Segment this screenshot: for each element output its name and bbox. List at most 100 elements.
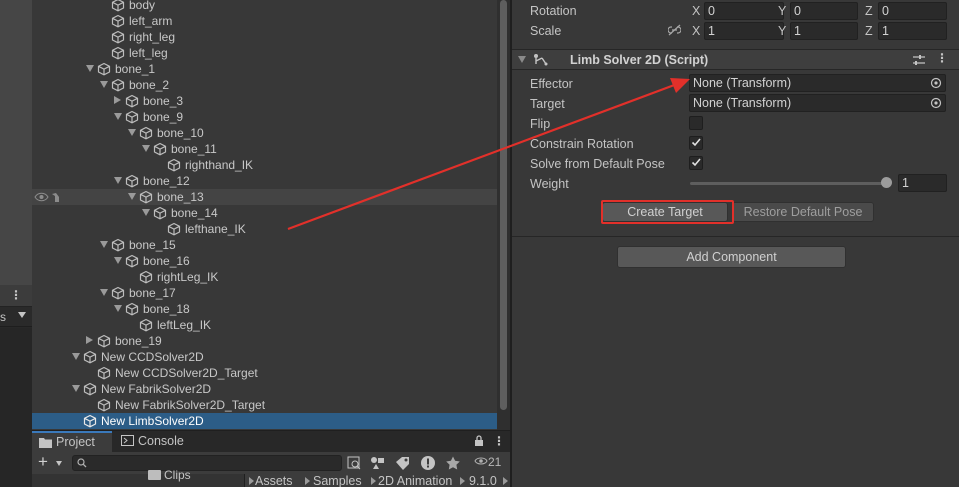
hierarchy-row[interactable]: bone_13 — [32, 189, 497, 205]
hierarchy-row[interactable]: bone_18 — [32, 301, 497, 317]
chevron-down-icon[interactable] — [128, 193, 136, 200]
scale-y-axis[interactable]: Y — [778, 24, 786, 38]
filter-by-label-icon[interactable] — [394, 455, 412, 471]
constrain-proportions-icon[interactable] — [668, 24, 681, 36]
scale-x-field[interactable]: 1 — [704, 22, 784, 40]
flip-checkbox[interactable] — [689, 116, 703, 130]
chevron-down-icon[interactable] — [86, 65, 94, 72]
hierarchy-row[interactable]: New FabrikSolver2D_Target — [32, 397, 497, 413]
tab-console[interactable]: Console — [114, 431, 194, 452]
hierarchy-row[interactable]: bone_17 — [32, 285, 497, 301]
weight-slider-thumb[interactable] — [881, 177, 892, 188]
hierarchy-row[interactable]: bone_11 — [32, 141, 497, 157]
hierarchy-row[interactable]: leftLeg_IK — [32, 317, 497, 333]
hierarchy-row[interactable]: bone_1 — [32, 61, 497, 77]
rotation-x-field[interactable]: 0 — [704, 2, 784, 20]
hierarchy-row[interactable]: New CCDSolver2D_Target — [32, 365, 497, 381]
hierarchy-row[interactable]: New LimbSolver2D — [32, 413, 497, 429]
hierarchy-row[interactable]: lefthane_IK — [32, 221, 497, 237]
scene-view-edge[interactable] — [0, 0, 32, 285]
hierarchy-row[interactable]: left_leg — [32, 45, 497, 61]
tab-project[interactable]: Project — [32, 431, 112, 452]
breadcrumb-assets[interactable]: Assets — [255, 474, 293, 487]
scale-x-axis[interactable]: X — [692, 24, 700, 38]
chevron-down-icon[interactable] — [72, 385, 80, 392]
chevron-right-icon[interactable] — [114, 96, 121, 104]
hierarchy-row[interactable]: bone_3 — [32, 93, 497, 109]
hierarchy-row[interactable]: bone_9 — [32, 109, 497, 125]
breadcrumb-samples[interactable]: Samples — [313, 474, 362, 487]
add-asset-button[interactable]: + — [38, 452, 48, 472]
hierarchy-row[interactable]: left_arm — [32, 13, 497, 29]
chevron-down-icon[interactable] — [114, 257, 122, 264]
add-component-button[interactable]: Add Component — [617, 246, 846, 268]
object-picker-icon[interactable] — [930, 97, 942, 109]
panel-more-icon[interactable]: ⋮ — [493, 434, 505, 448]
chevron-down-icon[interactable] — [128, 129, 136, 136]
weight-field[interactable]: 1 — [898, 174, 947, 192]
hierarchy-row[interactable]: bone_19 — [32, 333, 497, 349]
breadcrumb-version[interactable]: 9.1.0 — [469, 474, 497, 487]
hierarchy-row-label: bone_19 — [115, 334, 162, 348]
hierarchy-row[interactable]: bone_15 — [32, 237, 497, 253]
chevron-down-icon[interactable] — [142, 145, 150, 152]
folder-item-clips[interactable]: Clips — [164, 468, 191, 482]
log-warning-icon[interactable] — [419, 455, 437, 471]
chevron-down-icon[interactable] — [100, 241, 108, 248]
gameobject-cube-icon — [139, 318, 153, 332]
scrollbar-thumb[interactable] — [500, 0, 507, 410]
chevron-down-icon[interactable] — [114, 177, 122, 184]
search-input[interactable] — [72, 455, 342, 471]
hierarchy-row[interactable]: New FabrikSolver2D — [32, 381, 497, 397]
hierarchy-scrollbar[interactable] — [497, 0, 510, 430]
chevron-down-icon[interactable] — [114, 305, 122, 312]
visibility-eye-icon[interactable] — [34, 190, 62, 204]
hierarchy-row[interactable]: bone_12 — [32, 173, 497, 189]
gameobject-cube-icon — [139, 270, 153, 284]
chevron-down-icon[interactable] — [72, 353, 80, 360]
hidden-packages-count[interactable]: 21 — [474, 455, 501, 469]
hierarchy-row[interactable]: bone_14 — [32, 205, 497, 221]
breadcrumb-2d-animation[interactable]: 2D Animation — [378, 474, 452, 487]
hierarchy-row-label: bone_13 — [157, 190, 204, 204]
weight-slider[interactable] — [690, 182, 888, 185]
hierarchy-row[interactable]: righthand_IK — [32, 157, 497, 173]
chevron-down-icon[interactable] — [142, 209, 150, 216]
hierarchy-row[interactable]: bone_10 — [32, 125, 497, 141]
rotation-y-axis[interactable]: Y — [778, 4, 786, 18]
hierarchy-row[interactable]: bone_16 — [32, 253, 497, 269]
lock-icon[interactable] — [474, 435, 484, 447]
favorite-star-icon[interactable] — [444, 455, 462, 471]
scale-z-axis[interactable]: Z — [865, 24, 873, 38]
rotation-z-field[interactable]: 0 — [878, 2, 947, 20]
rotation-z-axis[interactable]: Z — [865, 4, 873, 18]
target-field[interactable]: None (Transform) — [689, 94, 946, 112]
hierarchy-row[interactable]: bone_2 — [32, 77, 497, 93]
scale-z-field[interactable]: 1 — [878, 22, 947, 40]
chevron-down-icon[interactable] — [100, 81, 108, 88]
chevron-down-icon[interactable] — [100, 289, 108, 296]
restore-default-pose-button[interactable]: Restore Default Pose — [732, 202, 874, 222]
filter-by-type-icon[interactable] — [369, 455, 387, 471]
presets-icon[interactable] — [912, 53, 926, 67]
chevron-down-icon[interactable] — [56, 461, 62, 466]
search-by-type-icon[interactable] — [346, 455, 364, 471]
effector-field[interactable]: None (Transform) — [689, 74, 946, 92]
limb-solver-component-header[interactable]: Limb Solver 2D (Script) ⋮ — [512, 49, 959, 70]
chevron-down-icon[interactable] — [114, 113, 122, 120]
rotation-x-axis[interactable]: X — [692, 4, 700, 18]
scale-y-field[interactable]: 1 — [790, 22, 858, 40]
hierarchy-row[interactable]: body — [32, 0, 497, 13]
hierarchy-row[interactable]: right_leg — [32, 29, 497, 45]
solve-default-pose-checkbox[interactable] — [689, 156, 703, 170]
chevron-right-icon[interactable] — [86, 336, 93, 344]
scene-more-icon[interactable]: ⋮ — [10, 288, 22, 302]
constrain-rotation-checkbox[interactable] — [689, 136, 703, 150]
component-more-icon[interactable]: ⋮ — [936, 51, 948, 65]
chevron-down-icon[interactable] — [518, 56, 526, 63]
scene-dropdown[interactable]: s — [0, 307, 32, 327]
hierarchy-row[interactable]: rightLeg_IK — [32, 269, 497, 285]
hierarchy-row[interactable]: New CCDSolver2D — [32, 349, 497, 365]
object-picker-icon[interactable] — [930, 77, 942, 89]
rotation-y-field[interactable]: 0 — [790, 2, 858, 20]
